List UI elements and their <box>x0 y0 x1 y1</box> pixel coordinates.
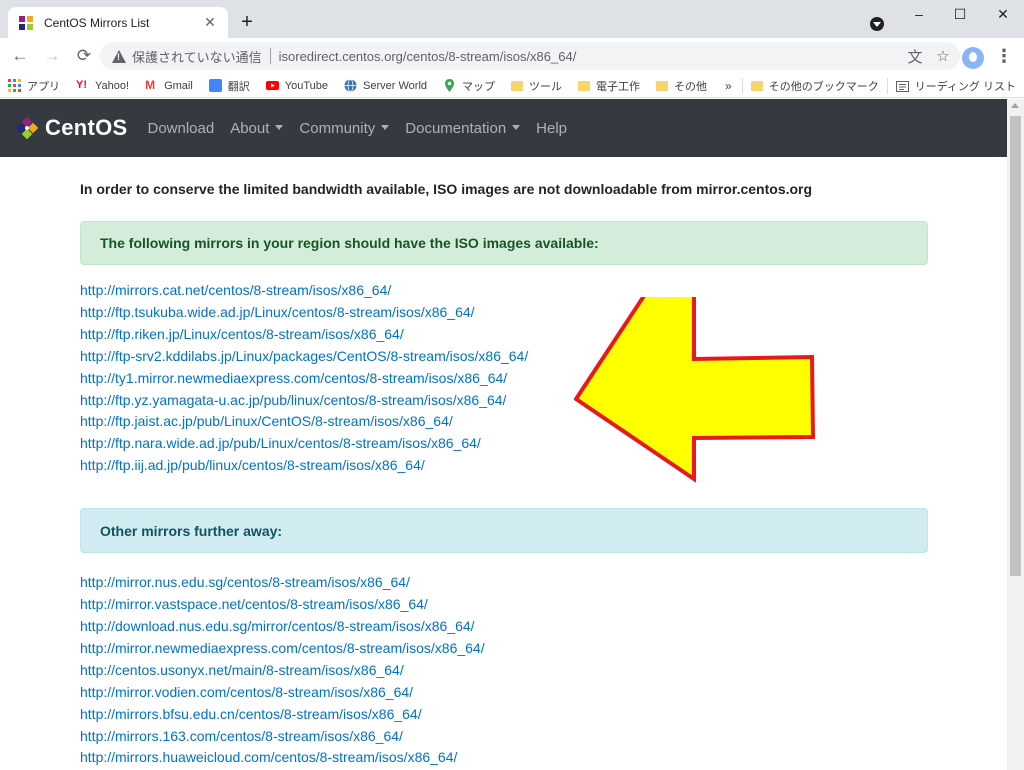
scroll-thumb[interactable] <box>1010 116 1021 576</box>
folder-icon <box>511 80 524 91</box>
bookmark-maps[interactable]: マップ <box>435 78 503 94</box>
mirror-link[interactable]: http://download.nus.edu.sg/mirror/centos… <box>80 616 928 638</box>
bookmark-youtube[interactable]: YouTube <box>258 79 336 92</box>
mirror-link[interactable]: http://mirror.vastspace.net/centos/8-str… <box>80 594 928 616</box>
caret-down-icon <box>381 124 390 130</box>
translate-icon[interactable]: 文 <box>904 46 926 67</box>
address-bar[interactable]: 保護されていない通信 isoredirect.centos.org/centos… <box>100 42 960 70</box>
new-tab-button[interactable]: + <box>236 11 258 33</box>
nav-documentation[interactable]: Documentation <box>405 119 521 137</box>
bookmark-label: マップ <box>462 80 496 93</box>
scroll-up-icon[interactable] <box>1011 103 1019 108</box>
mirror-link[interactable]: http://mirrors.bfsu.edu.cn/centos/8-stre… <box>80 704 928 726</box>
bookmark-other-bookmarks[interactable]: その他のブックマーク <box>743 78 887 94</box>
browser-toolbar: ← → ⟳ 保護されていない通信 isoredirect.centos.org/… <box>0 38 1024 74</box>
bookmark-gmail[interactable]: M Gmail <box>137 79 201 92</box>
tab-title: CentOS Mirrors List <box>44 15 150 30</box>
maximize-button[interactable]: ☐ <box>945 4 975 24</box>
bookmarks-bar: アプリ Y! Yahoo! M Gmail 翻訳 YouTube Server … <box>0 74 1024 98</box>
globe-icon <box>344 79 357 92</box>
bookmark-label: Yahoo! <box>95 79 130 92</box>
mirror-link[interactable]: http://mirrors.huaweicloud.com/centos/8-… <box>80 747 928 769</box>
caret-down-icon <box>512 124 521 130</box>
mirror-link[interactable]: http://mirror.nus.edu.sg/centos/8-stream… <box>80 572 928 594</box>
arrow-annotation-icon <box>574 297 816 483</box>
region-mirrors-heading: The following mirrors in your region sho… <box>80 221 928 265</box>
gmail-icon: M <box>145 78 156 92</box>
bandwidth-notice: In order to conserve the limited bandwid… <box>80 181 813 197</box>
nav-about[interactable]: About <box>230 119 284 137</box>
logo-text: CentOS <box>45 115 128 140</box>
tab-search-icon[interactable] <box>870 17 884 31</box>
bookmark-label: その他のブックマーク <box>768 81 879 93</box>
tab-close-icon[interactable]: ✕ <box>202 14 218 31</box>
profile-avatar[interactable] <box>962 47 984 69</box>
folder-icon <box>750 81 763 91</box>
nav-community[interactable]: Community <box>299 119 390 137</box>
bookmark-label: YouTube <box>284 79 329 92</box>
translate-icon <box>208 79 222 92</box>
bookmark-yahoo[interactable]: Y! Yahoo! <box>68 79 137 92</box>
mirror-link[interactable]: http://mirror.newmediaexpress.com/centos… <box>80 638 928 660</box>
browser-tab[interactable]: CentOS Mirrors List ✕ <box>8 7 228 38</box>
reading-list-button[interactable]: リーディング リスト <box>888 78 1024 94</box>
bookmarks-right: » その他のブックマーク リーディング リスト <box>715 74 1024 98</box>
reading-list-icon <box>895 80 909 93</box>
centos-logo-icon <box>15 116 39 140</box>
reload-button[interactable]: ⟳ <box>72 44 96 68</box>
forward-button[interactable]: → <box>40 44 64 68</box>
folder-icon <box>578 80 591 91</box>
nav-label: Community <box>299 119 376 137</box>
other-mirror-list: http://mirror.nus.edu.sg/centos/8-stream… <box>80 572 928 770</box>
bookmark-folder-other[interactable]: その他 <box>648 78 715 94</box>
centos-favicon-icon <box>18 15 34 31</box>
mirror-link[interactable]: http://mirror.vodien.com/centos/8-stream… <box>80 682 928 704</box>
other-heading-text: Other mirrors further away: <box>100 522 283 539</box>
folder-icon <box>656 80 669 91</box>
site-navbar: CentOS Download About Community Document… <box>0 99 1007 157</box>
vertical-scrollbar[interactable] <box>1007 99 1024 770</box>
window-close-button[interactable]: ✕ <box>988 4 1018 24</box>
youtube-icon <box>265 79 279 92</box>
nav-label: About <box>230 119 270 137</box>
bookmark-label: Gmail <box>164 79 193 92</box>
tab-strip: CentOS Mirrors List ✕ + – ☐ ✕ <box>0 0 1024 38</box>
url-text[interactable]: isoredirect.centos.org/centos/8-stream/i… <box>279 49 904 64</box>
bookmark-label: アプリ <box>27 80 60 93</box>
centos-logo[interactable]: CentOS <box>15 115 127 141</box>
security-status[interactable]: 保護されていない通信 <box>132 47 262 66</box>
maps-pin-icon <box>443 79 456 92</box>
web-page: CentOS Download About Community Document… <box>0 99 1007 770</box>
bookmark-label: 翻訳 <box>227 80 250 93</box>
minimize-button[interactable]: – <box>904 4 934 24</box>
nav-help[interactable]: Help <box>536 120 567 137</box>
mirror-link[interactable]: http://mirrors.163.com/centos/8-stream/i… <box>80 726 928 748</box>
bookmark-folder-electronics[interactable]: 電子工作 <box>570 78 648 94</box>
nav-label: Documentation <box>405 119 507 137</box>
mirror-link[interactable]: http://centos.usonyx.net/main/8-stream/i… <box>80 660 928 682</box>
back-button[interactable]: ← <box>8 44 32 68</box>
bookmark-apps[interactable]: アプリ <box>0 78 68 94</box>
nav-download[interactable]: Download <box>147 120 214 137</box>
bookmark-label: Server World <box>363 79 428 92</box>
bookmarks-overflow-button[interactable]: » <box>715 79 742 93</box>
yahoo-icon: Y! <box>76 79 87 91</box>
browser-menu-icon[interactable]: ⋮ <box>994 46 1014 66</box>
bookmark-translate[interactable]: 翻訳 <box>201 78 258 94</box>
bookmark-label: 電子工作 <box>596 80 641 93</box>
omnibox-divider <box>269 48 271 64</box>
apps-grid-icon <box>8 79 21 92</box>
bookmark-label: リーディング リスト <box>914 81 1016 93</box>
warning-icon[interactable] <box>112 49 126 63</box>
caret-down-icon <box>275 124 284 130</box>
bookmark-server-world[interactable]: Server World <box>336 79 435 92</box>
region-heading-text: The following mirrors in your region sho… <box>100 235 599 251</box>
bookmark-folder-tools[interactable]: ツール <box>503 78 570 94</box>
bookmark-label: その他 <box>674 80 708 93</box>
bookmark-label: ツール <box>529 80 563 93</box>
bookmark-star-icon[interactable]: ☆ <box>932 47 954 65</box>
